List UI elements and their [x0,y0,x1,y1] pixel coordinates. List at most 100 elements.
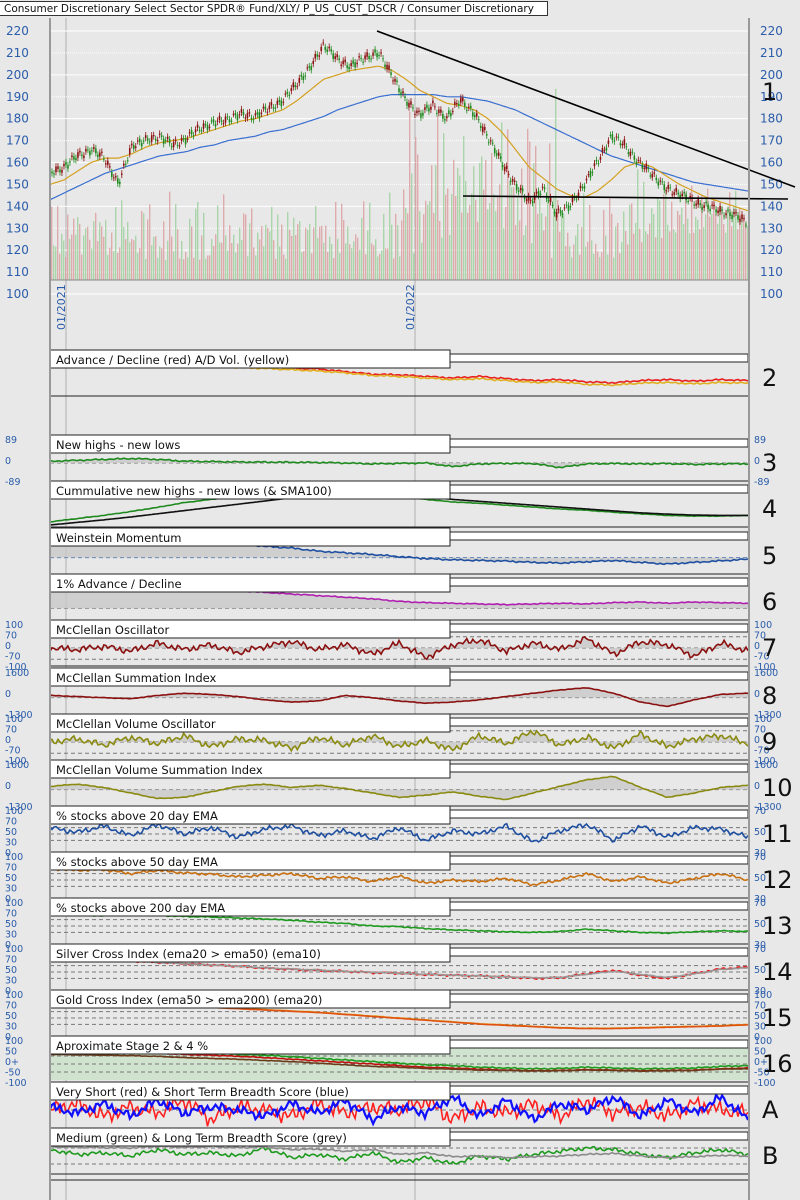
volume-bar [67,214,69,280]
candle-body [115,176,117,178]
volume-bar [389,192,391,280]
volume-bar [443,133,445,280]
volume-bar [711,214,713,280]
candle-body [134,146,137,148]
volume-bar [535,145,537,280]
volume-bar [237,243,239,280]
price-y-tick-right: 120 [760,243,783,257]
volume-bar [577,223,579,280]
candle-body [316,54,319,57]
candle-body [473,115,476,118]
panel-number-15: 15 [762,1004,793,1032]
volume-bar [423,214,425,280]
candle-body [59,169,61,173]
volume-bar [533,163,535,280]
right-tick: 70 [754,852,766,863]
volume-bar [249,223,251,280]
candle-body [330,49,332,52]
candle-body [128,148,131,155]
volume-bar [81,254,83,280]
candle-body [294,85,297,88]
price-y-tick-right: 210 [760,46,783,60]
candle-body [206,124,209,130]
candle-body [555,212,558,218]
candle-body [468,106,470,108]
candle-body [603,149,606,151]
volume-bar [573,244,575,280]
candle-body [418,110,420,113]
candle-body [312,60,315,64]
volume-bar [649,223,651,280]
candle-body [561,213,564,215]
volume-bar [679,214,681,280]
volume-bar [367,230,369,280]
candle-body [505,165,508,169]
candle-body [164,140,167,142]
volume-bar [297,224,299,280]
candle-body [334,56,336,60]
volume-bar [347,226,349,280]
volume-bar [705,214,707,280]
candle-body [95,148,97,154]
volume-bar [589,205,591,280]
panel-number-5: 5 [762,542,777,570]
left-tick: 0 [5,689,11,700]
volume-bar [523,235,525,280]
candle-body [438,109,440,114]
volume-bar [63,240,65,280]
candle-body [446,116,448,119]
price-y-tick-left: 200 [6,68,29,82]
volume-bar [489,203,491,280]
candle-body [182,138,185,140]
candle-body [677,192,679,195]
volume-bar [395,213,397,280]
volume-bar [657,197,659,280]
candle-body [83,155,85,159]
volume-bar [233,234,235,280]
candle-body [262,106,265,109]
candle-body [739,218,741,222]
candle-body [356,62,358,65]
candle-body [444,118,446,121]
right-tick: -100 [754,1078,776,1089]
candle-body [222,123,225,125]
panel-number-A: A [762,1096,779,1124]
volume-bar [425,200,427,280]
candle-body [432,100,434,104]
volume-bar [439,220,441,280]
panel-header-strip [449,855,749,865]
volume-bar [449,235,451,280]
price-y-tick-right: 140 [760,199,783,213]
volume-bar [179,258,181,280]
candle-body [290,88,293,92]
candle-body [200,130,203,132]
price-y-tick-left: 180 [6,112,29,126]
panel-number-6: 6 [762,588,777,616]
candle-body [101,151,103,153]
panel-number-10: 10 [762,774,793,802]
candle-body [731,214,733,219]
volume-bar [91,248,93,280]
volume-bar [627,244,629,280]
candle-body [296,86,299,88]
candle-body [396,80,398,82]
volume-bar [145,259,147,280]
volume-bar [519,220,521,280]
candle-body [485,134,488,136]
volume-bar [429,201,431,280]
candle-body [481,126,484,133]
volume-bar [295,235,297,280]
volume-bar [357,237,359,280]
panel-header-strip [449,531,749,541]
candle-body [270,102,273,106]
candle-body [300,74,303,77]
volume-bar [601,252,603,280]
volume-bar [493,194,495,280]
volume-bar [227,250,229,280]
volume-bar [101,226,103,280]
volume-bar [415,137,417,280]
panel-header-strip [449,623,749,633]
volume-bar [323,242,325,280]
right-tick: 70 [754,806,766,817]
candle-body [579,185,582,189]
